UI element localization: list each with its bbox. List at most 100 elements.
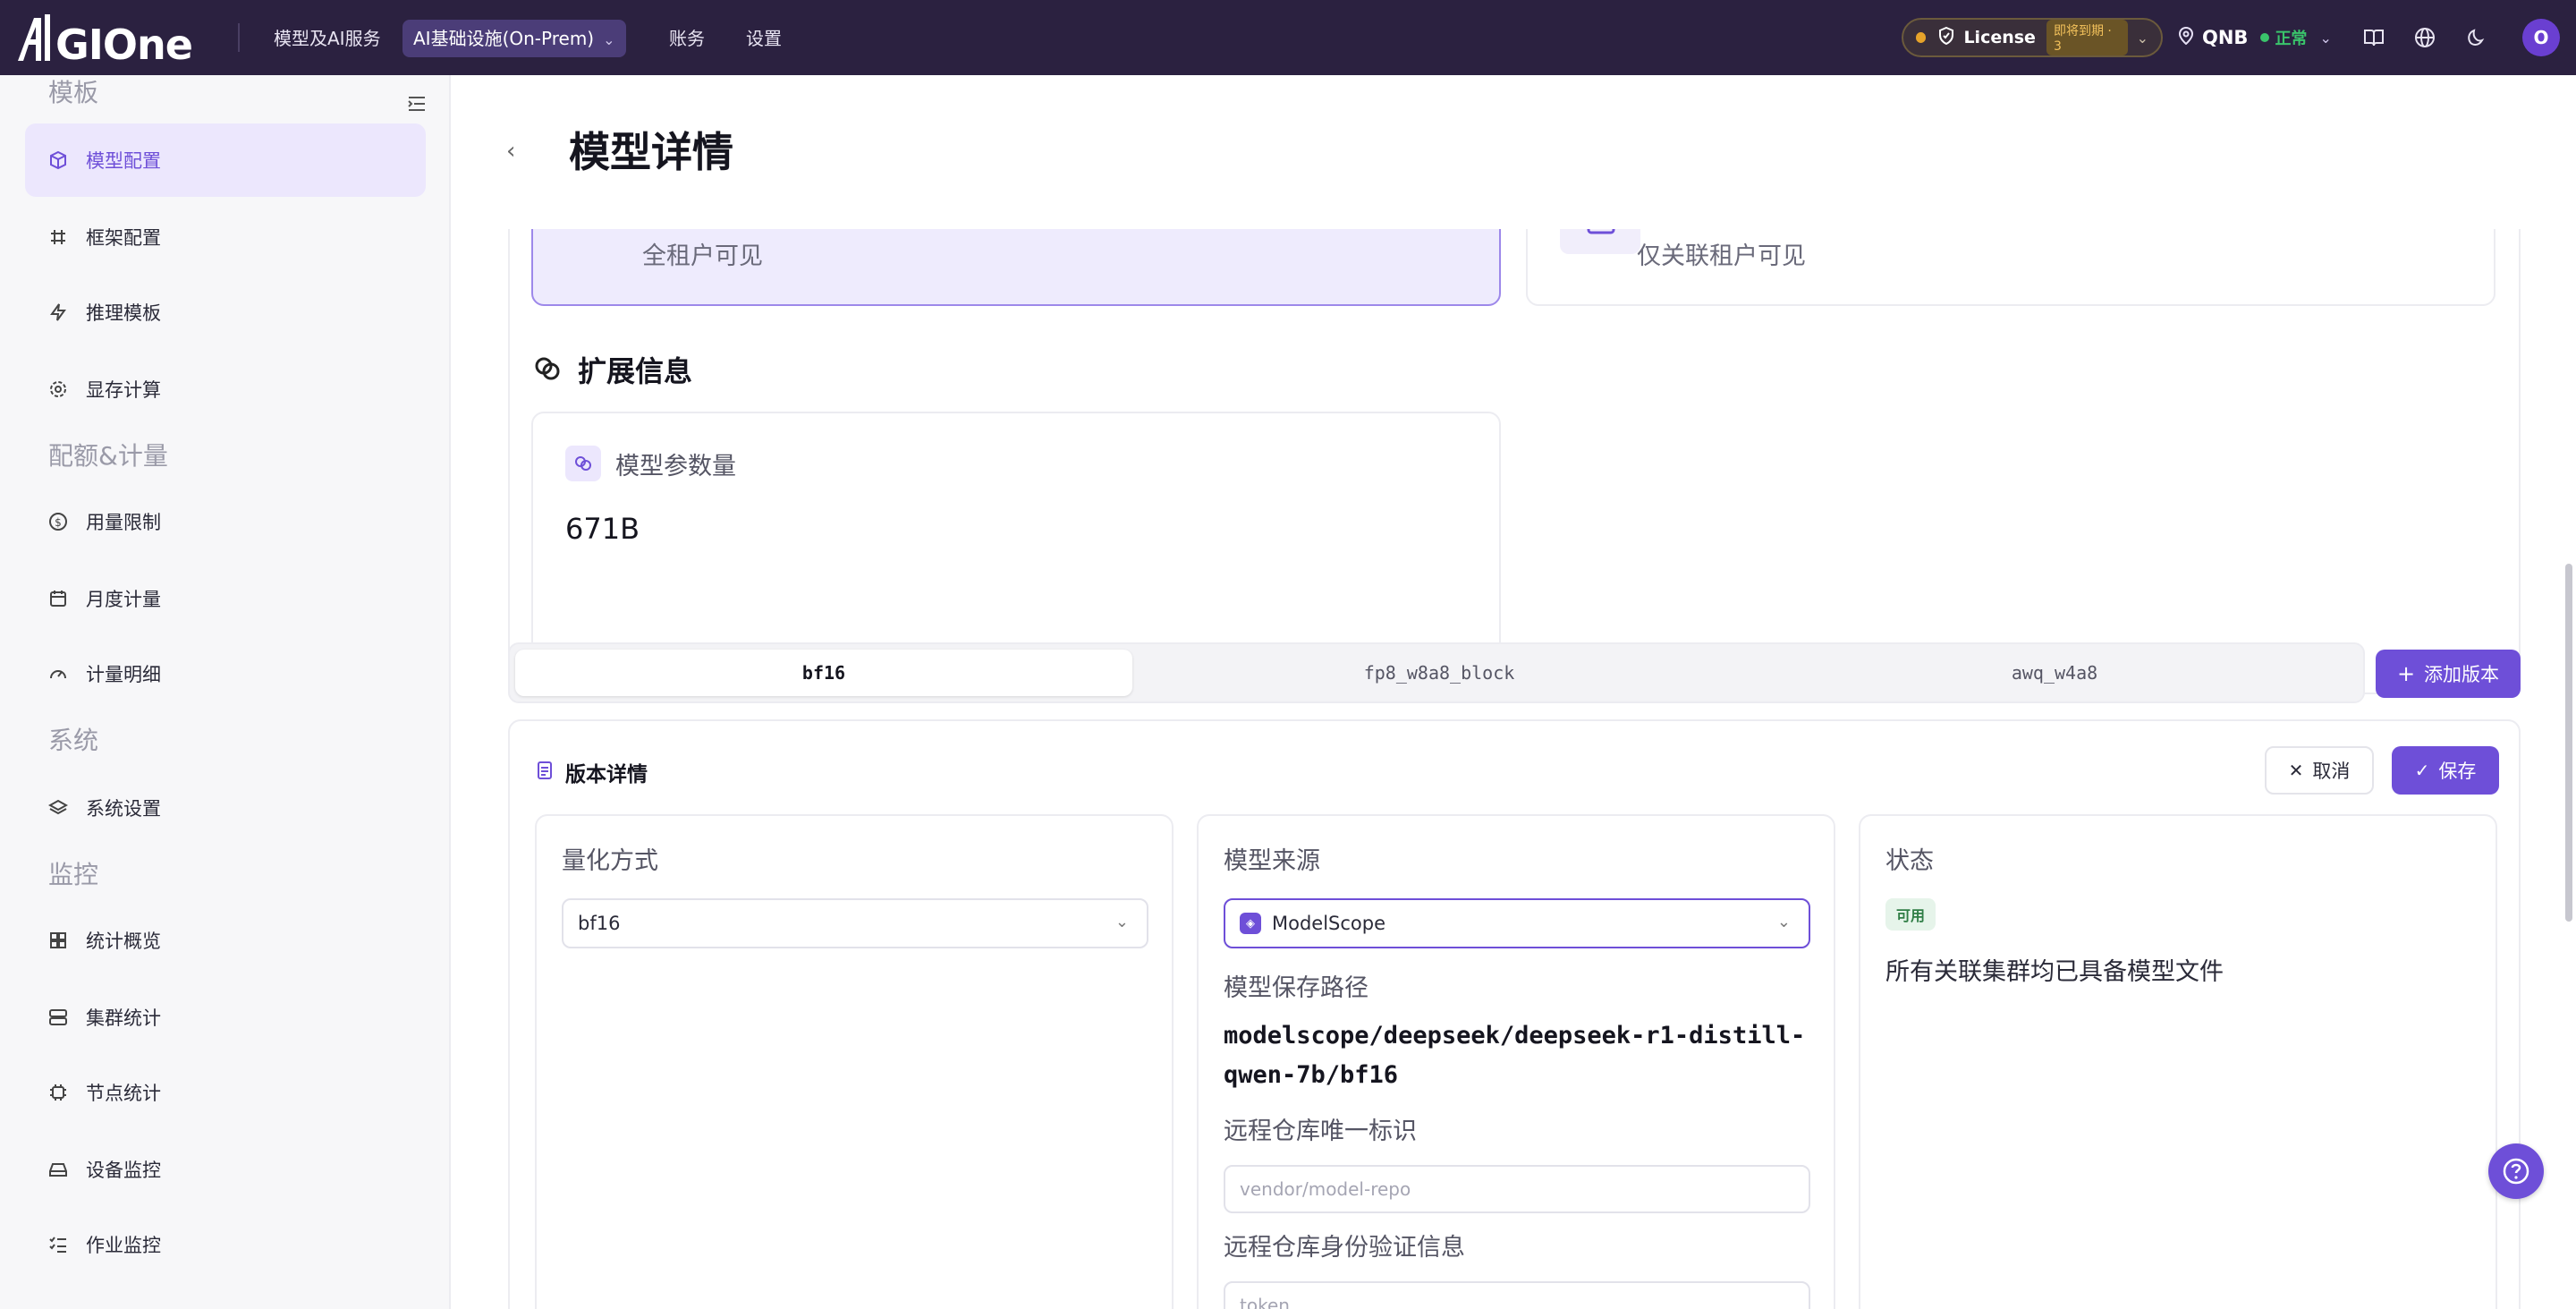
version-detail-title: 版本详情 <box>537 757 648 787</box>
model-source-select[interactable]: ◈ ModelScope ⌄ <box>1224 898 1810 948</box>
model-path-value: modelscope/deepseek/deepseek-r1-distill-… <box>1224 1022 1806 1089</box>
calendar-icon <box>47 587 70 610</box>
logo[interactable]: GIOne <box>14 7 229 68</box>
version-tabs: bf16 fp8_w8a8_block awq_w4a8 <box>508 642 2365 703</box>
sidebar-item-system-settings[interactable]: 系统设置 <box>25 771 426 845</box>
docs-book-icon[interactable] <box>2360 23 2388 52</box>
param-count-value: 671B <box>565 512 640 546</box>
globe-icon[interactable] <box>2411 23 2439 52</box>
chip-icon <box>47 1081 70 1104</box>
svg-text:GIOne: GIOne <box>55 21 192 66</box>
sidebar-item-monthly-metering[interactable]: 月度计量 <box>25 562 426 635</box>
sidebar-item-label: 系统设置 <box>86 798 161 820</box>
status-badge: 可用 <box>1885 898 1936 931</box>
param-count-card: 模型参数量 671B <box>531 412 1501 671</box>
repo-id-placeholder: vendor/model-repo <box>1240 1178 1411 1200</box>
back-chevron-icon[interactable]: ‹ <box>506 138 515 165</box>
repo-auth-input[interactable]: token <box>1224 1281 1810 1309</box>
sidebar-item-vram-calc[interactable]: 显存计算 <box>25 353 426 426</box>
add-version-button[interactable]: + 添加版本 <box>2376 650 2521 698</box>
cancel-label: 取消 <box>2312 761 2351 782</box>
status-column: 状态 可用 所有关联集群均已具备模型文件 <box>1859 814 2497 1309</box>
moon-icon[interactable] <box>2462 23 2490 52</box>
nav-settings[interactable]: 设置 <box>735 20 792 57</box>
sidebar-item-cluster-stats[interactable]: 集群统计 <box>25 981 426 1054</box>
status-label: 状态 <box>1885 847 1934 875</box>
sidebar-item-framework-config[interactable]: 框架配置 <box>25 200 426 274</box>
logo-icon: GIOne <box>18 14 193 66</box>
model-source-label: 模型来源 <box>1224 847 1320 875</box>
sidebar-item-inference-template[interactable]: 推理模板 <box>25 276 426 349</box>
sidebar-item-job-monitor[interactable]: 作业监控 <box>25 1208 426 1281</box>
model-path-label: 模型保存路径 <box>1224 974 1368 1002</box>
version-detail-card: 版本详情 ✕ 取消 ✓ 保存 量化方式 bf16 ⌄ 模型来源 ◈ ModelS… <box>508 719 2521 1309</box>
sidebar-section-templates: 模板 <box>48 78 99 107</box>
dollar-circle-icon: $ <box>47 510 70 533</box>
plus-icon: + <box>2396 661 2416 686</box>
chevron-down-icon: ⌄ <box>2319 29 2332 47</box>
cancel-button[interactable]: ✕ 取消 <box>2265 746 2374 795</box>
repo-auth-placeholder: token <box>1240 1295 1290 1309</box>
quantization-value: bf16 <box>578 913 621 934</box>
user-avatar[interactable]: O <box>2522 19 2560 56</box>
map-pin-icon <box>2178 26 2194 49</box>
repo-id-input[interactable]: vendor/model-repo <box>1224 1165 1810 1213</box>
license-label: License <box>1963 28 2036 47</box>
sidebar-item-model-config[interactable]: 模型配置 <box>25 123 426 197</box>
document-icon <box>537 761 553 785</box>
sidebar-section-monitoring: 监控 <box>48 860 99 889</box>
region-selector[interactable]: QNB 正常 ⌄ <box>2178 20 2332 55</box>
sidebar-item-node-stats[interactable]: 节点统计 <box>25 1056 426 1129</box>
chevron-down-icon: ⌄ <box>1776 913 1791 931</box>
sidebar-item-label: 作业监控 <box>86 1235 161 1256</box>
chevron-down-icon: ⌄ <box>1114 913 1129 931</box>
region-status: 正常 <box>2275 30 2308 48</box>
version-detail-title-text: 版本详情 <box>565 763 648 786</box>
sidebar-item-usage-limit[interactable]: $ 用量限制 <box>25 485 426 558</box>
main-content: ‹ 模型详情 全租户可见 仅关联租户可见 扩展信息 模型参数量 671B bf1… <box>453 75 2576 1309</box>
tab-awq-w4a8[interactable]: awq_w4a8 <box>1746 650 2363 696</box>
sidebar-item-label: 节点统计 <box>86 1083 161 1104</box>
license-expiry-badge: 即将到期 · 3 <box>2046 20 2128 55</box>
shield-icon <box>1938 26 1954 49</box>
dashboard-icon <box>47 929 70 952</box>
region-status-dot <box>2260 33 2270 42</box>
hash-icon <box>47 225 70 249</box>
logo-separator <box>238 23 240 52</box>
gear-icon <box>47 378 70 401</box>
sidebar-section-system: 系统 <box>48 726 99 755</box>
param-count-label: 模型参数量 <box>615 452 736 480</box>
sidebar-item-label: 月度计量 <box>86 589 161 610</box>
sidebar-item-device-monitor[interactable]: 设备监控 <box>25 1133 426 1206</box>
quantization-label: 量化方式 <box>562 847 658 875</box>
lightning-icon <box>47 301 70 324</box>
svg-text:$: $ <box>55 516 62 529</box>
sidebar-item-label: 模型配置 <box>86 150 161 172</box>
sidebar-item-label: 显存计算 <box>86 379 161 401</box>
link-circles-icon <box>565 446 601 481</box>
license-button[interactable]: License 即将到期 · 3 ⌄ <box>1902 18 2163 57</box>
save-button[interactable]: ✓ 保存 <box>2392 746 2499 795</box>
param-count-label-row: 模型参数量 <box>565 446 736 481</box>
nav-billing[interactable]: 账务 <box>658 20 716 57</box>
sidebar-item-metering-detail[interactable]: 计量明细 <box>25 637 426 710</box>
model-source-value: ModelScope <box>1272 913 1386 934</box>
add-version-label: 添加版本 <box>2424 664 2500 685</box>
sidebar-item-label: 设备监控 <box>86 1160 161 1181</box>
region-name: QNB <box>2202 27 2249 48</box>
help-question-icon[interactable] <box>2488 1143 2544 1199</box>
nav-ai-infrastructure[interactable]: AI基础设施(On-Prem) ⌄ <box>402 20 626 57</box>
sidebar-item-stats-overview[interactable]: 统计概览 <box>25 904 426 977</box>
quantization-select[interactable]: bf16 ⌄ <box>562 898 1148 948</box>
sidebar-item-label: 用量限制 <box>86 512 161 533</box>
visibility-linked-label: 仅关联租户可见 <box>1637 242 1806 270</box>
link-circles-icon <box>533 354 564 385</box>
scrollbar-thumb[interactable] <box>2565 564 2572 922</box>
extension-info-title: 扩展信息 <box>533 349 692 390</box>
status-description: 所有关联集群均已具备模型文件 <box>1885 958 2224 986</box>
tab-bf16[interactable]: bf16 <box>515 650 1132 696</box>
sidebar-collapse-icon[interactable] <box>406 93 433 120</box>
tab-fp8-w8a8-block[interactable]: fp8_w8a8_block <box>1131 650 1748 696</box>
top-bar: GIOne 模型及AI服务 AI基础设施(On-Prem) ⌄ 账务 设置 Lic… <box>0 0 2576 75</box>
nav-models-ai-services[interactable]: 模型及AI服务 <box>263 20 392 57</box>
